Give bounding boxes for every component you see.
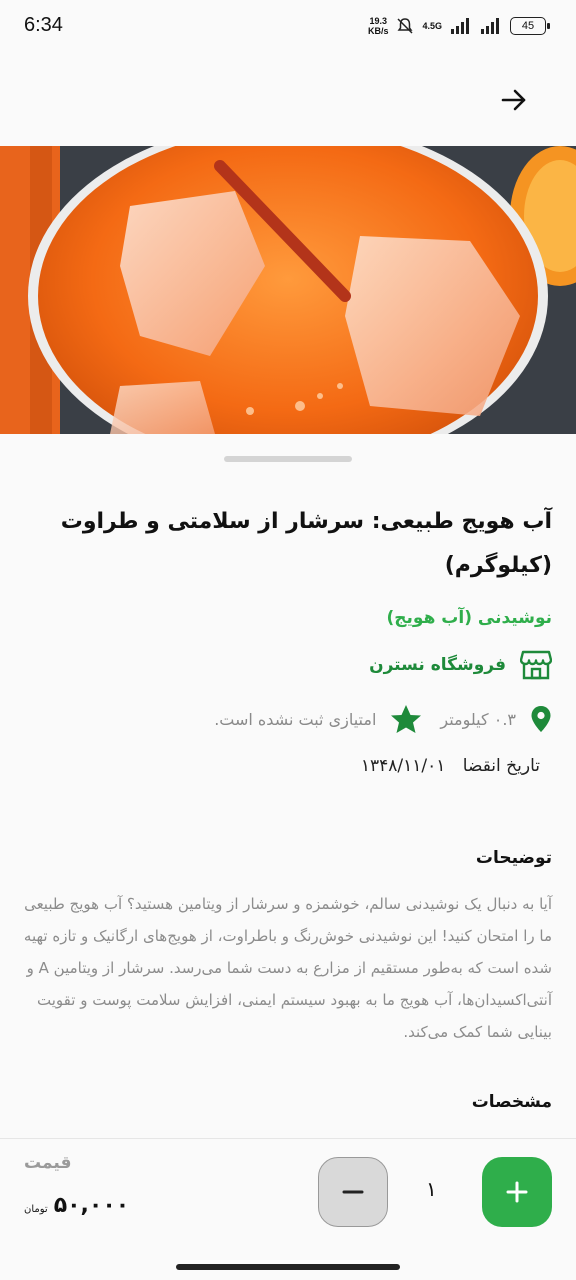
store-link[interactable]: فروشگاه نسترن <box>24 650 552 680</box>
battery-icon: 45 <box>510 17 550 35</box>
status-bar: 6:34 19.3 KB/s 4.5G 45 <box>0 0 576 56</box>
decrease-quantity-button[interactable] <box>318 1157 388 1227</box>
expiry-row: تاریخ انقضا ۱۳۴۸/۱۱/۰۱ <box>24 756 552 776</box>
expiry-label: تاریخ انقضا <box>462 756 540 776</box>
home-indicator[interactable] <box>176 1264 400 1270</box>
product-title: آب هویج طبیعی: سرشار از سلامتی و طراوت (… <box>60 509 552 578</box>
specs-title: مشخصات <box>471 1092 552 1112</box>
cart-bar: قیمت تومان ۵۰,۰۰۰ ۱ <box>0 1138 576 1280</box>
sheet-handle[interactable] <box>224 456 352 462</box>
description-title: توضیحات <box>475 848 552 868</box>
signal-icon <box>481 18 499 34</box>
meta-row: ۰.۳ کیلومتر امتیازی ثبت نشده است. <box>24 704 552 734</box>
price-unit: تومان <box>24 1204 48 1215</box>
rating-text: امتیازی ثبت نشده است. <box>214 709 377 729</box>
star-icon <box>391 705 422 733</box>
distance-value: ۰.۳ کیلومتر <box>440 709 516 729</box>
back-button[interactable] <box>494 80 534 120</box>
increase-quantity-button[interactable] <box>482 1157 552 1227</box>
app-bar <box>0 56 576 144</box>
product-details: آب هویج طبیعی: سرشار از سلامتی و طراوت (… <box>24 500 552 776</box>
price-value: ۵۰,۰۰۰ <box>53 1193 130 1218</box>
expiry-date: ۱۳۴۸/۱۱/۰۱ <box>360 756 446 776</box>
product-category: نوشیدنی (آب هویج) <box>386 608 552 628</box>
product-image <box>0 146 576 434</box>
store-icon <box>520 650 552 680</box>
description-text: آیا به دنبال یک نوشیدنی سالم، خوشمزه و س… <box>23 895 552 1041</box>
signal-icon <box>451 18 469 34</box>
distance: ۰.۳ کیلومتر <box>440 705 552 733</box>
mute-notifications-icon <box>397 18 414 34</box>
status-time: 6:34 <box>24 14 63 36</box>
status-icons: 19.3 KB/s 4.5G 45 <box>367 16 550 36</box>
price-label: قیمت <box>24 1153 72 1173</box>
plus-icon <box>506 1181 528 1203</box>
network-type: 4.5G <box>422 21 442 31</box>
network-speed: 19.3 KB/s <box>367 16 389 36</box>
location-pin-icon <box>531 706 551 732</box>
minus-icon <box>342 1190 364 1194</box>
quantity-value: ۱ <box>426 1177 437 1201</box>
rating: امتیازی ثبت نشده است. <box>214 704 422 734</box>
arrow-right-icon <box>501 89 526 111</box>
store-name: فروشگاه نسترن <box>369 655 506 675</box>
price: تومان ۵۰,۰۰۰ <box>24 1193 129 1218</box>
